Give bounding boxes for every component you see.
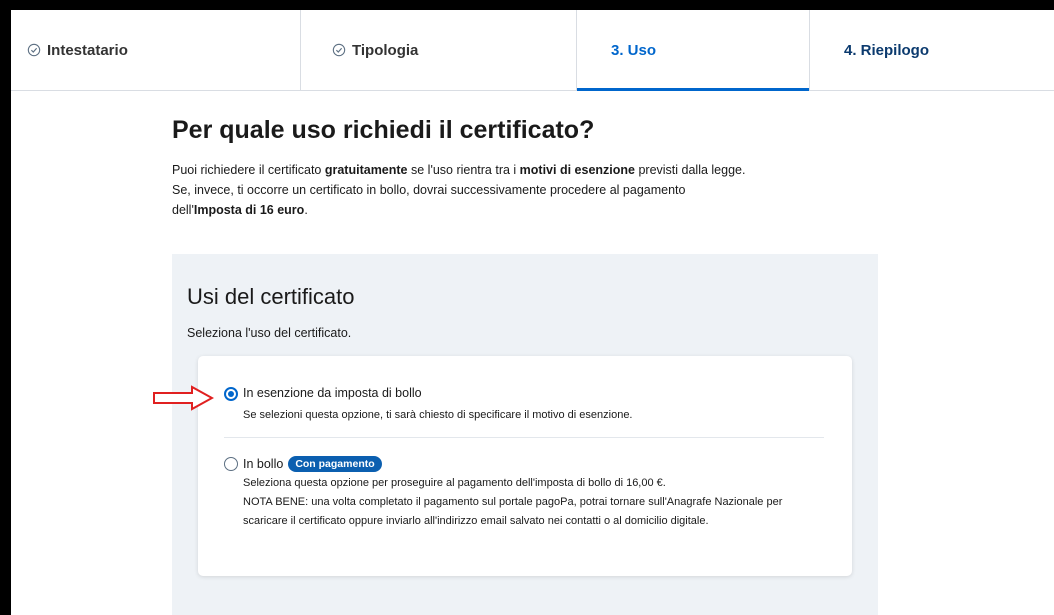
step-uso: 3. Uso	[577, 10, 810, 91]
option-label-bollo: In bollo	[243, 457, 284, 471]
intro-text-part: Puoi richiedere il certificato	[172, 163, 325, 177]
option-label-esenzione[interactable]: In esenzione da imposta di bollo	[243, 386, 422, 400]
option-label-bollo-row[interactable]: In bollo Con pagamento	[243, 456, 382, 472]
uses-title: Usi del certificato	[187, 284, 355, 309]
option-desc-bollo: Seleziona questa opzione per proseguire …	[243, 474, 823, 531]
options-divider	[224, 437, 824, 438]
intro-bold-motivi: motivi di esenzione	[519, 163, 635, 177]
step-intestatario[interactable]: Intestatario	[11, 10, 301, 90]
red-arrow-icon	[153, 385, 214, 411]
option-desc-line: scaricare il certificato oppure inviarlo…	[243, 515, 709, 527]
payment-badge: Con pagamento	[288, 456, 382, 472]
page-title: Per quale uso richiedi il certificato?	[172, 116, 595, 144]
check-circle-icon	[332, 43, 346, 57]
intro-text-part: .	[304, 203, 308, 217]
option-desc-esenzione: Se selezioni questa opzione, ti sarà chi…	[243, 409, 633, 421]
option-desc-line: Seleziona questa opzione per proseguire …	[243, 477, 666, 489]
intro-text-part: dell'	[172, 203, 194, 217]
radio-bollo[interactable]	[224, 457, 238, 471]
step-tipologia[interactable]: Tipologia	[301, 10, 577, 90]
active-step-indicator	[577, 88, 809, 91]
option-desc-line: NOTA BENE: una volta completato il pagam…	[243, 496, 783, 508]
intro-text: Puoi richiedere il certificato gratuitam…	[172, 160, 812, 220]
intro-bold-gratuitamente: gratuitamente	[324, 163, 408, 177]
intro-bold-imposta: Imposta di 16 euro	[193, 203, 305, 217]
check-circle-icon	[27, 43, 41, 57]
step-label: 3. Uso	[611, 41, 657, 59]
intro-text-part: se l'uso rientra tra i	[407, 163, 520, 177]
step-riepilogo: 4. Riepilogo	[810, 10, 1054, 90]
intro-text-part: previsti dalla legge.	[634, 163, 746, 177]
step-label: 4. Riepilogo	[844, 41, 930, 59]
stepper: Intestatario Tipologia 3. Uso 4. Riepilo…	[11, 10, 1054, 91]
uses-subtitle: Seleziona l'uso del certificato.	[187, 326, 352, 340]
step-label: Tipologia	[352, 41, 419, 59]
intro-text-part: Se, invece, ti occorre un certificato in…	[172, 183, 686, 197]
radio-esenzione[interactable]	[224, 387, 238, 401]
step-label: Intestatario	[47, 41, 128, 59]
